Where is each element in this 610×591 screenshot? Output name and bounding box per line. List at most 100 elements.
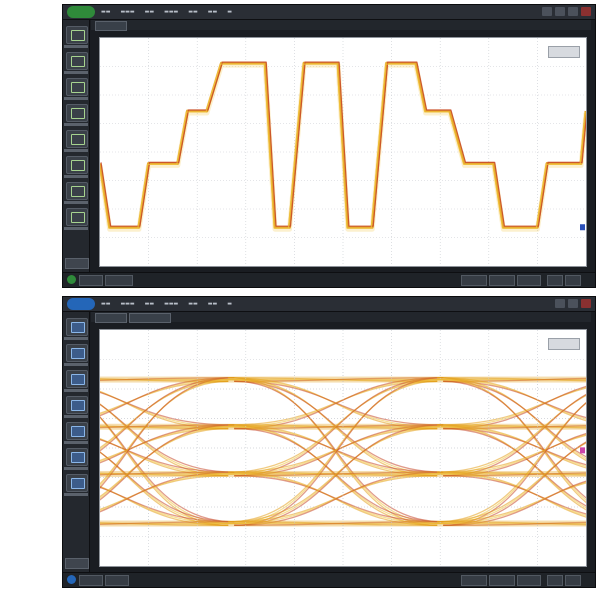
waveform-display[interactable] (99, 37, 587, 267)
menu-analyze[interactable]: ▬▬ (188, 8, 197, 16)
eye-mask-icon[interactable] (66, 344, 88, 362)
tab-strip (91, 20, 591, 31)
tool-sidebar (63, 312, 90, 573)
analysis-icon[interactable] (66, 182, 88, 200)
menu-setup[interactable]: ▬▬ (145, 8, 154, 16)
eye-transition-trace (437, 424, 586, 469)
single-mode-button[interactable] (565, 275, 581, 286)
menu-file[interactable]: ▬▬ (101, 8, 110, 16)
channel-1-settings[interactable] (79, 275, 103, 286)
window-controls (555, 299, 591, 308)
tab-eye[interactable] (95, 313, 127, 323)
waveform-trace (100, 61, 586, 227)
maximize-button[interactable] (568, 299, 578, 308)
channel-level-marker[interactable] (580, 447, 585, 454)
trigger-icon[interactable] (66, 52, 88, 70)
zoom-icon[interactable] (66, 156, 88, 174)
measurement-readout-box[interactable] (548, 338, 580, 350)
channel-level-marker[interactable] (580, 224, 585, 231)
eye-transition-trace (234, 427, 444, 473)
window-controls (542, 7, 591, 16)
eye-plot (100, 330, 586, 566)
timebase-readout[interactable] (461, 575, 487, 586)
menu-control[interactable]: ▬▬▬ (120, 300, 134, 308)
export-glyph (71, 478, 85, 489)
pam-analysis-glyph (71, 452, 85, 463)
channel-1-icon[interactable] (67, 275, 76, 284)
export-icon[interactable] (66, 474, 88, 492)
sidebar-more-button[interactable] (65, 558, 89, 569)
close-button[interactable] (581, 7, 591, 16)
menu-control[interactable]: ▬▬▬ (120, 8, 134, 16)
acquisition-readout[interactable] (489, 575, 515, 586)
histogram-icon[interactable] (66, 422, 88, 440)
menu-items: ▬▬ ▬▬▬ ▬▬ ▬▬▬ ▬▬ ▬▬ ▬ (101, 300, 232, 308)
jitter-icon[interactable] (66, 370, 88, 388)
channel-2-settings[interactable] (105, 575, 129, 586)
jitter-glyph (71, 374, 85, 385)
menu-help[interactable]: ▬ (227, 8, 232, 16)
measure-icon[interactable] (66, 78, 88, 96)
channel-2-settings[interactable] (105, 275, 133, 286)
cursor-icon[interactable] (66, 130, 88, 148)
sidebar-label-placeholder (64, 415, 88, 418)
tool-sidebar (63, 20, 90, 273)
bottom-oscilloscope-window: ▬▬ ▬▬▬ ▬▬ ▬▬▬ ▬▬ ▬▬ ▬ (62, 296, 596, 588)
tab-waveform[interactable] (95, 21, 127, 31)
eye-mask-glyph (71, 348, 85, 359)
top-oscilloscope-window: ▬▬ ▬▬▬ ▬▬ ▬▬▬ ▬▬ ▬▬ ▬ (62, 4, 596, 288)
run-mode-button[interactable] (547, 275, 563, 286)
sidebar-label-placeholder (64, 45, 88, 48)
sidebar-label-placeholder (64, 201, 88, 204)
cursor-glyph (71, 134, 85, 145)
math-icon[interactable] (66, 104, 88, 122)
single-mode-button[interactable] (565, 575, 581, 586)
menu-analyze[interactable]: ▬▬ (188, 300, 197, 308)
pam-analysis-icon[interactable] (66, 448, 88, 466)
menu-measure[interactable]: ▬▬▬ (164, 300, 178, 308)
utility-icon[interactable] (66, 208, 88, 226)
close-button[interactable] (581, 299, 591, 308)
sidebar-label-placeholder (64, 97, 88, 100)
menu-setup[interactable]: ▬▬ (145, 300, 154, 308)
eye-diagram-display[interactable] (99, 329, 587, 567)
eye-transition-trace (228, 427, 438, 473)
trigger-readout[interactable] (517, 575, 541, 586)
brand-logo-icon[interactable] (67, 6, 95, 18)
menu-tools[interactable]: ▬▬ (208, 300, 217, 308)
eye-setup-icon[interactable] (66, 318, 88, 336)
minimize-button[interactable] (555, 299, 565, 308)
sidebar-label-placeholder (64, 363, 88, 366)
trigger-glyph (71, 56, 85, 67)
menu-bar: ▬▬ ▬▬▬ ▬▬ ▬▬▬ ▬▬ ▬▬ ▬ (63, 5, 595, 20)
menu-tools[interactable]: ▬▬ (208, 8, 217, 16)
sidebar-label-placeholder (64, 467, 88, 470)
zoom-glyph (71, 160, 85, 171)
minimize-button[interactable] (568, 7, 578, 16)
sidebar-more-button[interactable] (65, 258, 89, 269)
eye-setup-glyph (71, 322, 85, 333)
menu-measure[interactable]: ▬▬▬ (164, 8, 178, 16)
timebase-readout[interactable] (461, 275, 487, 286)
menu-help[interactable]: ▬ (227, 300, 232, 308)
waveform-trace (100, 61, 586, 229)
brand-logo-icon[interactable] (67, 298, 95, 310)
menu-file[interactable]: ▬▬ (101, 300, 110, 308)
noise-icon[interactable] (66, 396, 88, 414)
setup-icon[interactable] (66, 26, 88, 44)
acquisition-readout[interactable] (489, 275, 515, 286)
channel-1-icon[interactable] (67, 575, 76, 584)
trigger-readout[interactable] (517, 275, 541, 286)
tab-waveform[interactable] (129, 313, 171, 323)
run-mode-button[interactable] (547, 575, 563, 586)
run-stop-button[interactable] (542, 7, 552, 16)
status-bar (63, 572, 595, 587)
sidebar-label-placeholder (64, 71, 88, 74)
single-button[interactable] (555, 7, 565, 16)
channel-1-settings[interactable] (79, 575, 103, 586)
setup-glyph (71, 30, 85, 41)
waveform-trace (100, 63, 586, 229)
analysis-glyph (71, 186, 85, 197)
sidebar-label-placeholder (64, 123, 88, 126)
measurement-readout-box[interactable] (548, 46, 580, 58)
